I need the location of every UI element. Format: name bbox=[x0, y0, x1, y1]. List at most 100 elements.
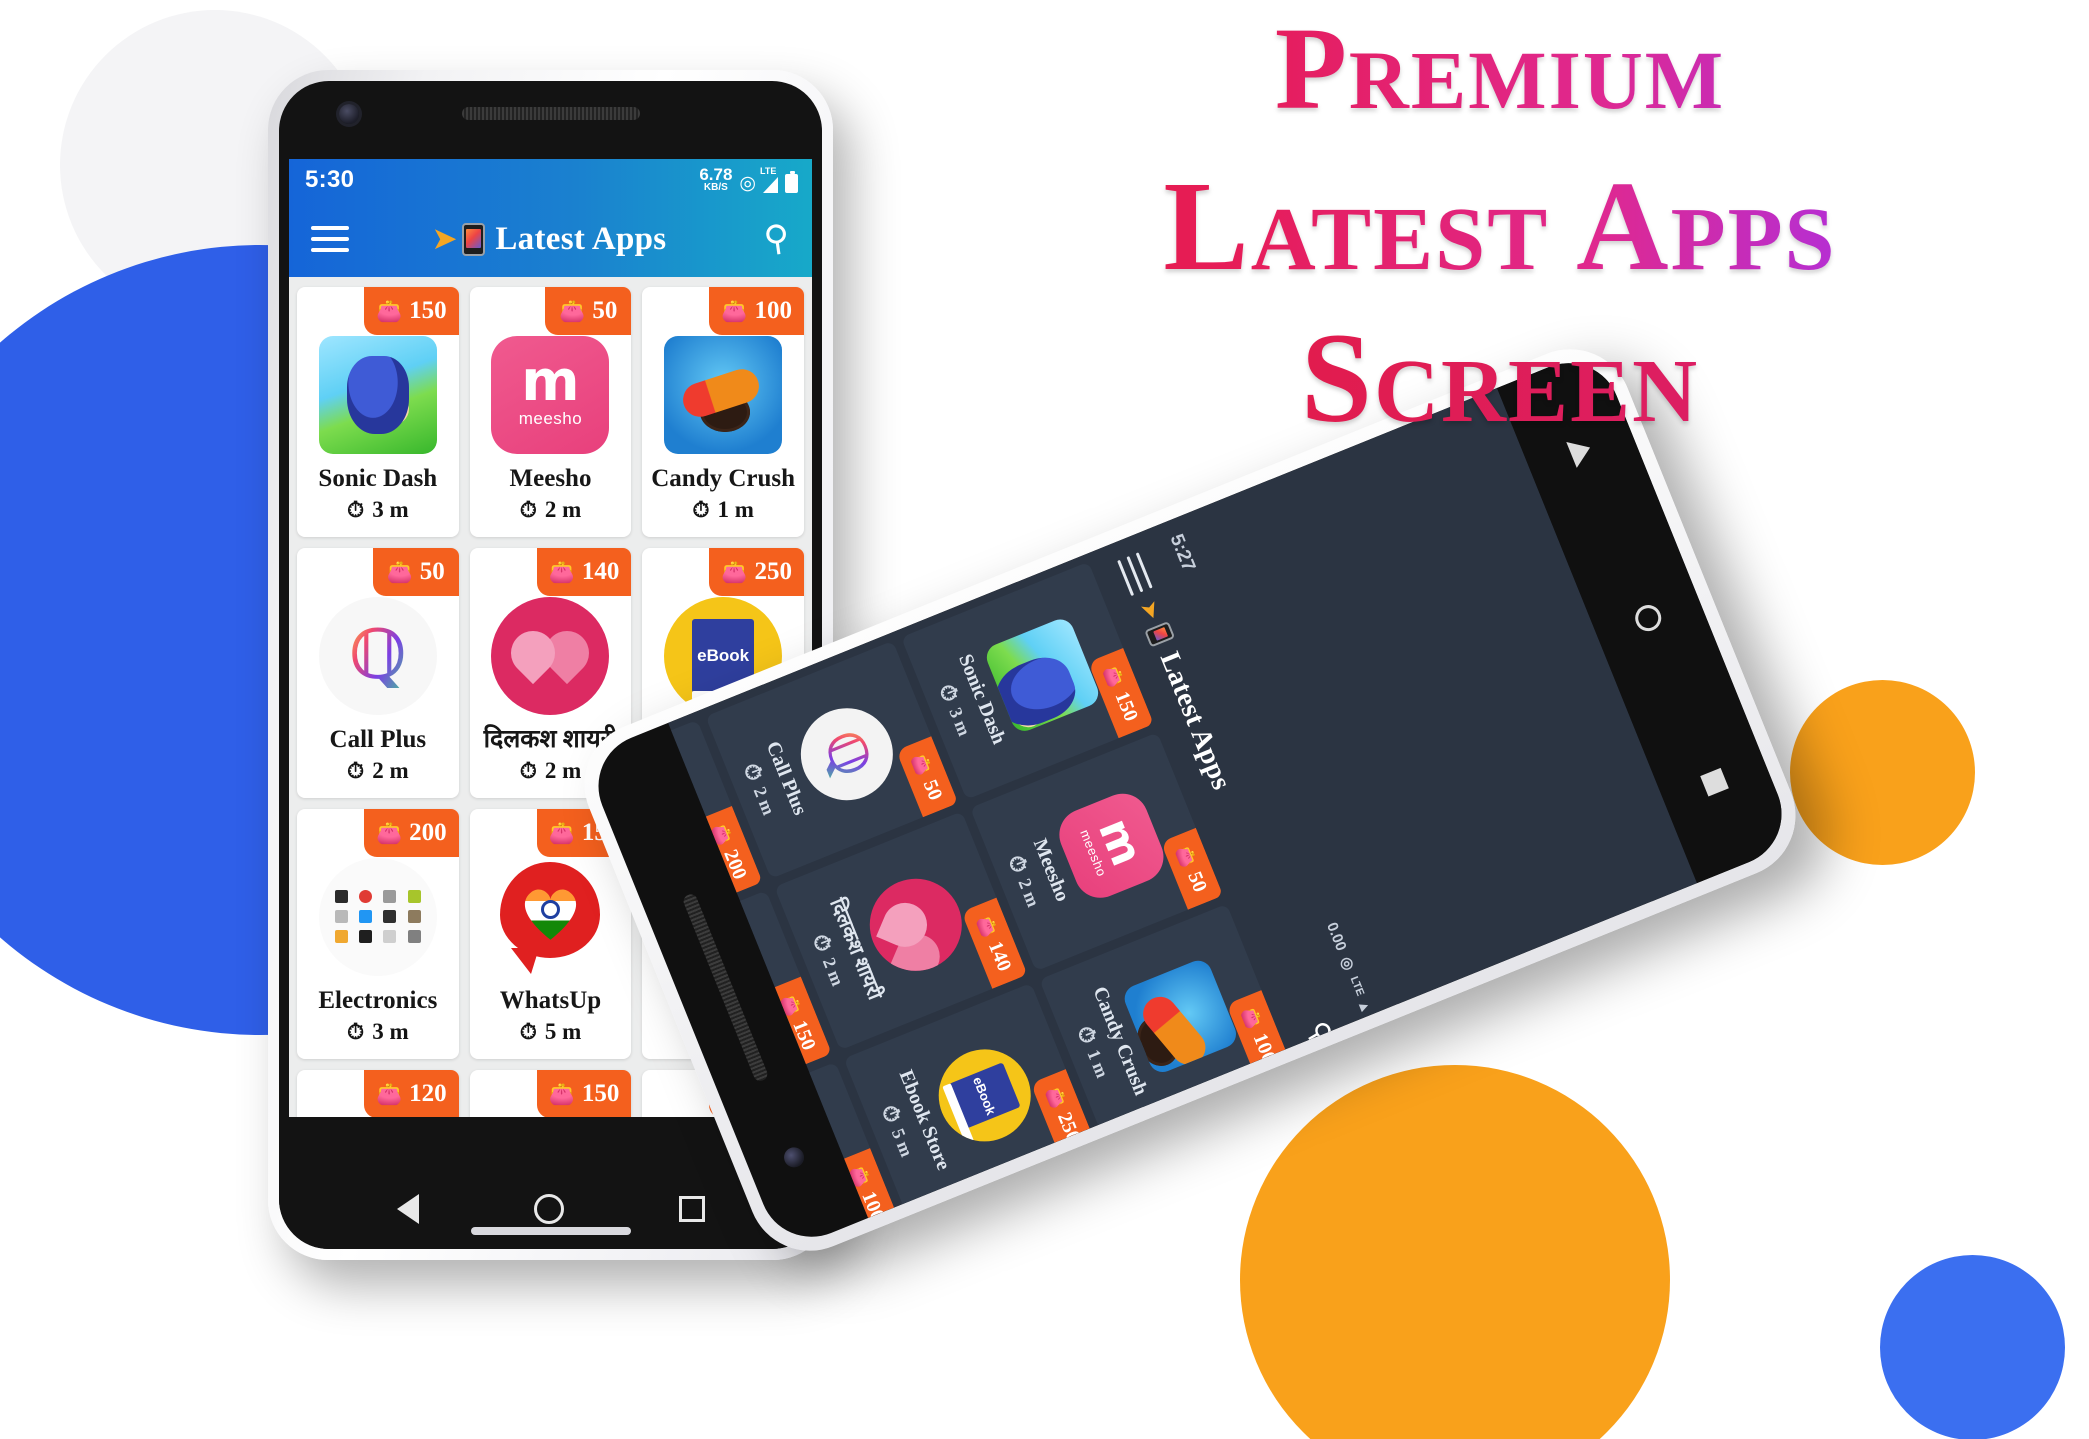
app-duration: ⏱ 1 m bbox=[692, 497, 754, 523]
data-rate-indicator: 0.00 bbox=[1323, 919, 1351, 954]
coin-badge: 👛 120 bbox=[364, 1070, 459, 1117]
wallet-icon: 👛 bbox=[1101, 662, 1127, 690]
wallet-icon: 👛 bbox=[721, 560, 748, 584]
stopwatch-icon: ⏱ bbox=[1072, 1022, 1102, 1048]
wallet-icon: 👛 bbox=[376, 1082, 403, 1106]
app-name: WhatsUp bbox=[499, 986, 602, 1014]
wallet-icon: 👛 bbox=[376, 821, 403, 845]
coin-amount: 200 bbox=[409, 819, 447, 846]
battery-icon bbox=[785, 170, 798, 193]
app-name: Electronics bbox=[318, 986, 438, 1014]
app-card[interactable]: 👛 150 bbox=[469, 1070, 632, 1117]
home-circle-icon[interactable] bbox=[533, 1194, 564, 1224]
coin-amount: 50 bbox=[1183, 868, 1212, 896]
app-card[interactable]: 👛 200 Electronics ⏱ 3 m bbox=[297, 809, 459, 1059]
stopwatch-icon: ⏱ bbox=[807, 930, 838, 956]
app-duration: ⏱ 3 m bbox=[347, 1019, 409, 1045]
signal-bars-icon bbox=[763, 176, 778, 193]
wallet-icon: 👛 bbox=[909, 751, 935, 778]
wallet-icon: 👛 bbox=[548, 560, 575, 584]
wallet-icon: 👛 bbox=[559, 299, 586, 323]
back-triangle-icon[interactable] bbox=[396, 1194, 419, 1224]
app-duration: ⏱ 5 m bbox=[520, 1019, 582, 1045]
app-card[interactable]: 👛 50 m meesho Meesho ⏱ 2 m bbox=[469, 287, 632, 537]
phone-chin-bar bbox=[470, 1227, 631, 1235]
home-circle-icon[interactable] bbox=[1631, 601, 1666, 636]
wallet-icon: 👛 bbox=[721, 299, 748, 323]
stopwatch-icon: ⏱ bbox=[1003, 851, 1033, 877]
app-name: Call Plus bbox=[329, 725, 427, 753]
search-icon[interactable]: ⚲ bbox=[1301, 1016, 1340, 1050]
coin-amount: 140 bbox=[581, 558, 620, 585]
stopwatch-icon: ⏱ bbox=[692, 497, 710, 522]
decor-blue-circle-small bbox=[1880, 1255, 2065, 1439]
status-bar: 5:30 6.78 KB/S ◎ LTE bbox=[289, 159, 812, 201]
stopwatch-icon: ⏱ bbox=[519, 758, 537, 783]
app-card[interactable]: 👛 50 ℚ Call Plus ⏱ 2 m bbox=[297, 548, 459, 798]
app-card[interactable]: 👛 120 bbox=[297, 1070, 459, 1117]
duration-value: 2 m bbox=[544, 497, 582, 522]
coin-amount: 50 bbox=[592, 297, 618, 324]
earpiece-speaker bbox=[461, 107, 640, 120]
stopwatch-icon: ⏱ bbox=[347, 758, 365, 783]
phone-app-icon bbox=[462, 222, 486, 256]
call-plus-icon: ℚ bbox=[318, 596, 437, 715]
wallet-icon: 👛 bbox=[974, 912, 1001, 940]
meesho-icon: m meesho bbox=[491, 335, 610, 454]
duration-value: 5 m bbox=[888, 1125, 918, 1160]
decor-orange-circle-large bbox=[1240, 1065, 1670, 1439]
wallet-icon: 👛 bbox=[1174, 842, 1200, 870]
wallet-icon: 👛 bbox=[1043, 1083, 1070, 1111]
recents-square-icon[interactable] bbox=[678, 1196, 705, 1222]
app-duration: ⏱ 2 m bbox=[347, 758, 409, 784]
app-card[interactable]: 👛 150 Sonic Dash ⏱ 3 m bbox=[297, 287, 459, 537]
coin-badge: 👛 50 bbox=[545, 287, 632, 335]
coin-badge: 👛 140 bbox=[536, 548, 632, 596]
wallet-icon: 👛 bbox=[1239, 1004, 1265, 1032]
duration-value: 2 m bbox=[750, 783, 780, 818]
coin-amount: 250 bbox=[754, 558, 793, 585]
hamburger-icon[interactable] bbox=[1117, 552, 1154, 596]
sonic-dash-icon bbox=[318, 335, 437, 454]
headline-line-2: Latest Apps bbox=[930, 162, 2070, 290]
app-duration: ⏱ 3 m bbox=[347, 497, 409, 523]
recents-square-icon[interactable] bbox=[1700, 767, 1729, 797]
app-bar-title-group: ➤ Latest Apps bbox=[335, 221, 764, 258]
duration-value: 2 m bbox=[372, 758, 409, 783]
wifi-icon: ◎ bbox=[1336, 954, 1358, 973]
battery-icon: ▮ bbox=[1361, 1014, 1380, 1029]
front-camera-icon bbox=[339, 104, 359, 124]
stopwatch-icon: ⏱ bbox=[738, 759, 769, 785]
coin-amount: 100 bbox=[754, 297, 793, 324]
stopwatch-icon: ⏱ bbox=[934, 680, 964, 706]
promo-canvas: 5:30 6.78 KB/S ◎ LTE ➤ Latest Apps ⚲ 👛 1… bbox=[0, 0, 2089, 1439]
duration-value: 3 m bbox=[372, 1019, 409, 1044]
coin-amount: 50 bbox=[919, 776, 947, 804]
phone-front-earpiece-area bbox=[289, 81, 812, 159]
status-clock: 5:30 bbox=[305, 166, 355, 193]
app-bar: ➤ Latest Apps ⚲ bbox=[289, 201, 812, 277]
candy-crush-icon bbox=[664, 335, 783, 454]
front-camera-icon bbox=[781, 1144, 808, 1171]
duration-value: 5 m bbox=[544, 1019, 582, 1044]
coin-amount: 140 bbox=[984, 938, 1016, 975]
coin-amount: 150 bbox=[581, 1080, 620, 1107]
duration-value: 1 m bbox=[1083, 1046, 1114, 1081]
headline-line-1: Premium bbox=[930, 10, 2070, 128]
coin-badge: 👛 150 bbox=[364, 287, 459, 335]
app-card[interactable]: 👛 100 Candy Crush ⏱ 1 m bbox=[642, 287, 804, 537]
app-duration: ⏱ 2 m bbox=[520, 758, 582, 784]
search-icon[interactable]: ⚲ bbox=[762, 217, 793, 260]
stopwatch-icon: ⏱ bbox=[347, 497, 365, 522]
wallet-icon: 👛 bbox=[548, 821, 575, 845]
stopwatch-icon: ⏱ bbox=[519, 497, 537, 522]
app-name: Meesho bbox=[509, 464, 592, 492]
coin-badge: 👛 150 bbox=[536, 1070, 632, 1117]
phone-app-icon bbox=[1144, 620, 1176, 648]
stopwatch-icon: ⏱ bbox=[347, 1019, 365, 1044]
app-duration: ⏱ 2 m bbox=[520, 497, 582, 523]
wifi-icon: ◎ bbox=[739, 172, 756, 194]
coin-amount: 150 bbox=[1110, 688, 1143, 725]
duration-value: 2 m bbox=[544, 758, 582, 783]
coin-amount: 100 bbox=[1249, 1029, 1281, 1067]
